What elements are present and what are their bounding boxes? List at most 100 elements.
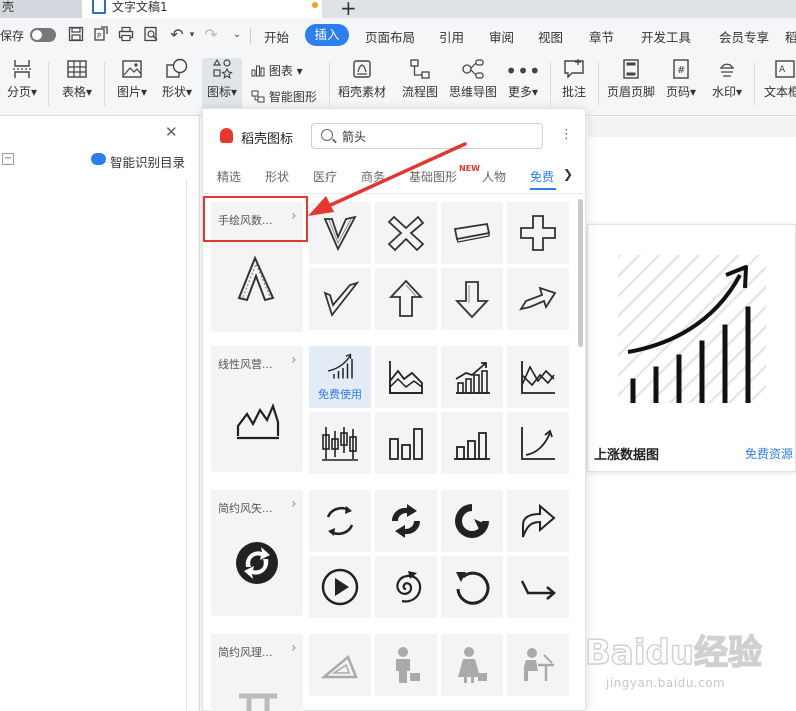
quick-access-dropdown-icon[interactable]: ⌄ bbox=[228, 26, 246, 44]
group-linear[interactable]: 线性风营... › bbox=[211, 346, 303, 472]
mindmap-button[interactable]: 思维导图 bbox=[447, 58, 499, 110]
icon-cell[interactable] bbox=[507, 556, 569, 618]
group-simple-vector[interactable]: 简约风矢... › bbox=[211, 490, 303, 616]
icon-cell[interactable] bbox=[441, 634, 503, 696]
icon-cell[interactable] bbox=[375, 556, 437, 618]
category-people[interactable]: 人物 bbox=[482, 168, 506, 185]
chart-label: 图表 bbox=[268, 64, 293, 78]
menu-docer[interactable]: 稻 bbox=[785, 27, 796, 46]
close-icon[interactable]: ✕ bbox=[165, 123, 178, 141]
icon-cell[interactable] bbox=[507, 268, 569, 330]
table-icon bbox=[58, 58, 96, 84]
menu-section[interactable]: 章节 bbox=[589, 27, 614, 46]
rising-bar-chart-icon bbox=[327, 353, 353, 379]
female-teacher-icon bbox=[458, 647, 487, 683]
pi-symbol-icon bbox=[239, 693, 277, 711]
toolbar-separator bbox=[598, 62, 599, 106]
autosave-toggle[interactable] bbox=[30, 28, 56, 42]
icon-cell[interactable] bbox=[375, 268, 437, 330]
multi-line-chart-icon bbox=[521, 361, 555, 394]
icon-cell[interactable] bbox=[441, 268, 503, 330]
document-icon bbox=[92, 0, 106, 14]
toolbar-separator bbox=[754, 62, 755, 106]
tab-document-label: 文字文稿1 bbox=[112, 0, 168, 14]
popup-scrollbar[interactable] bbox=[578, 199, 583, 347]
undo-dropdown-icon[interactable]: ▾ bbox=[183, 26, 201, 44]
hand-drawn-plus-icon bbox=[520, 215, 556, 251]
group-simple-science[interactable]: 简约风理... › bbox=[211, 634, 303, 711]
mindmap-label: 思维导图 bbox=[448, 85, 497, 99]
more-options-icon[interactable]: ⋮ bbox=[560, 127, 573, 142]
svg-text:A: A bbox=[779, 65, 786, 75]
page-number-button[interactable]: # 页码▾ bbox=[663, 58, 699, 110]
menu-insert[interactable]: 插入 bbox=[305, 24, 349, 46]
new-tab-icon[interactable]: + bbox=[340, 0, 357, 18]
column-chart-icon bbox=[454, 432, 490, 460]
table-button[interactable]: 表格▾ bbox=[58, 58, 96, 110]
icon-cell-selected[interactable]: 免费使用 bbox=[309, 346, 371, 408]
category-shapes[interactable]: 形状 bbox=[265, 168, 289, 185]
redo-icon[interactable]: ↷ bbox=[202, 26, 220, 44]
icon-cell[interactable] bbox=[375, 490, 437, 552]
icon-cell[interactable] bbox=[507, 412, 569, 474]
collapse-icon[interactable]: − bbox=[2, 153, 14, 165]
picture-icon bbox=[113, 58, 151, 84]
menu-view[interactable]: 视图 bbox=[538, 27, 563, 46]
print-preview-icon[interactable] bbox=[142, 26, 160, 44]
picture-button[interactable]: 图片▾ bbox=[113, 58, 151, 110]
tab-strip: 壳 文字文稿1 + bbox=[0, 0, 796, 18]
chevron-right-icon[interactable]: ❯ bbox=[563, 167, 573, 181]
icon-button[interactable]: 图标▾ bbox=[202, 58, 242, 110]
comment-label: 批注 bbox=[561, 85, 586, 99]
circular-arrow-icon bbox=[455, 504, 489, 538]
textbox-button[interactable]: A 文本框 bbox=[764, 58, 796, 110]
menu-home[interactable]: 开始 bbox=[264, 27, 289, 46]
menu-developer[interactable]: 开发工具 bbox=[641, 27, 691, 46]
tab-previous[interactable]: 壳 bbox=[0, 0, 82, 18]
icon-cell[interactable] bbox=[375, 634, 437, 696]
icon-cell[interactable] bbox=[375, 412, 437, 474]
icon-cell[interactable] bbox=[309, 412, 371, 474]
popup-title: 稻壳图标 bbox=[241, 132, 294, 147]
watermark-button[interactable]: 水印▾ bbox=[708, 58, 746, 110]
insert-toolbar: 分页▾ 表格▾ 图片▾ 形状▾ 图标▾ 图表 ▾ 智能图形 稻壳素材 流程图 思… bbox=[0, 54, 796, 116]
icon-cell[interactable] bbox=[309, 556, 371, 618]
page-break-button[interactable]: 分页▾ bbox=[4, 58, 40, 110]
icon-cell[interactable] bbox=[441, 556, 503, 618]
print-icon[interactable] bbox=[117, 26, 135, 44]
save-icon[interactable] bbox=[67, 26, 85, 44]
header-footer-label: 页眉页脚 bbox=[606, 85, 655, 99]
smart-toc-button[interactable]: 智能识别目录 bbox=[110, 152, 185, 171]
icon-cell[interactable] bbox=[309, 634, 371, 696]
chart-button[interactable]: 图表 ▾ bbox=[251, 62, 303, 79]
category-featured[interactable]: 精选 bbox=[217, 168, 241, 185]
refresh-circle-icon bbox=[326, 506, 354, 536]
category-free[interactable]: 免费 bbox=[530, 168, 554, 185]
free-resource-link[interactable]: 免费资源 bbox=[745, 445, 793, 462]
icon-cell[interactable] bbox=[441, 490, 503, 552]
docer-material-icon bbox=[336, 58, 388, 84]
menu-member[interactable]: 会员专享 bbox=[719, 27, 769, 46]
smart-toc-icon[interactable] bbox=[91, 153, 106, 165]
comment-button[interactable]: 批注 bbox=[558, 58, 590, 110]
icon-cell[interactable] bbox=[507, 346, 569, 408]
icon-cell[interactable] bbox=[507, 202, 569, 264]
docer-material-button[interactable]: 稻壳素材 bbox=[336, 58, 388, 110]
icon-cell[interactable] bbox=[441, 346, 503, 408]
tab-document[interactable]: 文字文稿1 bbox=[82, 0, 322, 18]
menu-review[interactable]: 审阅 bbox=[489, 27, 514, 46]
icon-cell[interactable] bbox=[441, 412, 503, 474]
icon-cell[interactable] bbox=[507, 634, 569, 696]
more-button[interactable]: ••• 更多▾ bbox=[505, 58, 541, 110]
smart-art-button[interactable]: 智能图形 bbox=[251, 88, 317, 105]
menu-page-layout[interactable]: 页面布局 bbox=[365, 27, 415, 46]
icon-cell[interactable] bbox=[309, 490, 371, 552]
icon-cell[interactable] bbox=[507, 490, 569, 552]
icon-cell[interactable] bbox=[375, 346, 437, 408]
shape-button[interactable]: 形状▾ bbox=[158, 58, 196, 110]
header-footer-button[interactable]: 页眉页脚 bbox=[605, 58, 657, 110]
flowchart-button[interactable]: 流程图 bbox=[398, 58, 442, 110]
menu-references[interactable]: 引用 bbox=[439, 27, 464, 46]
export-icon[interactable]: P bbox=[92, 26, 110, 44]
icon-cell[interactable] bbox=[309, 268, 371, 330]
